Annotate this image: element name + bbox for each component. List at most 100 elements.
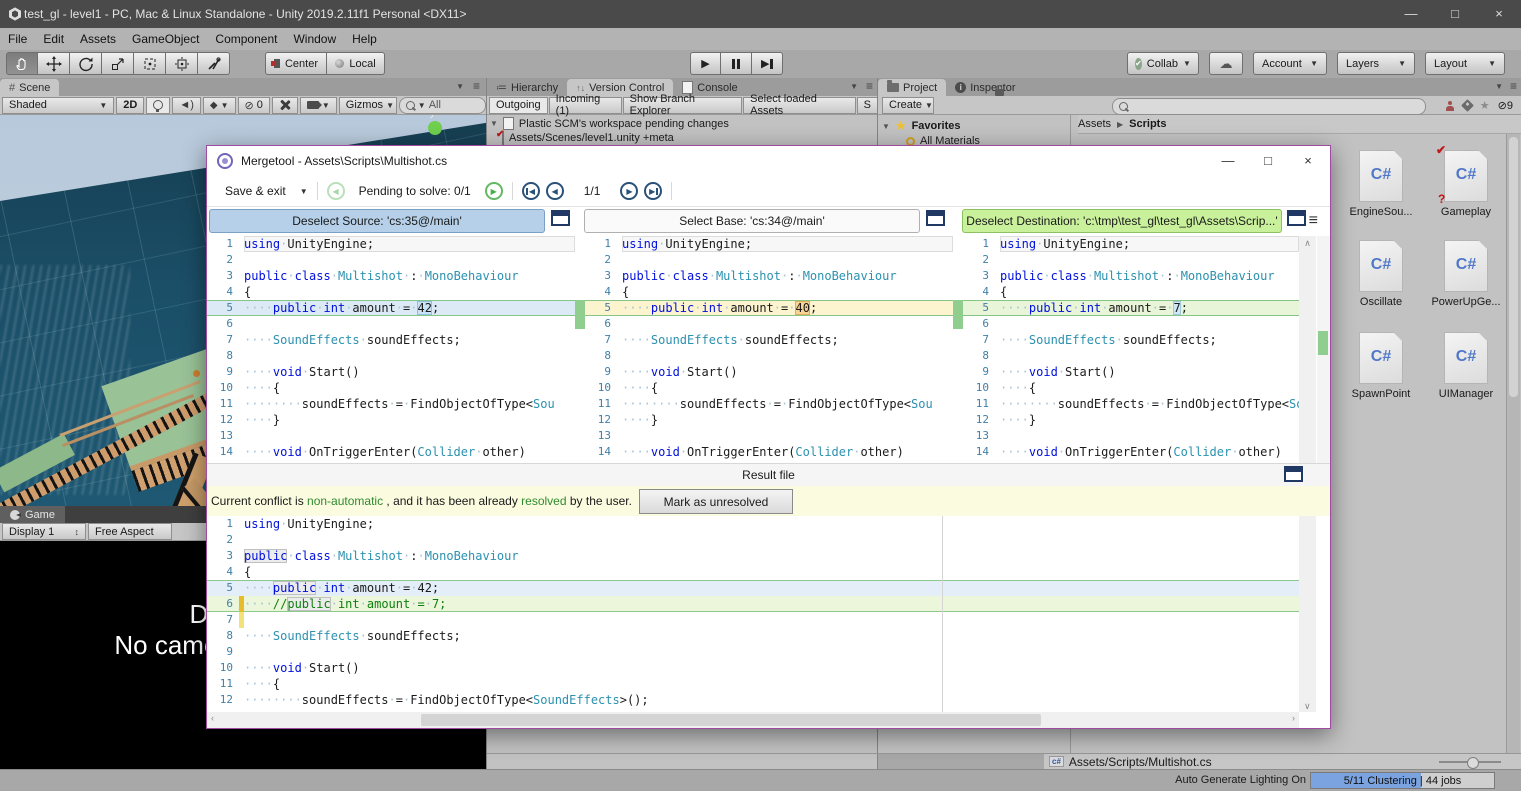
project-visibility-toggle[interactable]: ⊘9 bbox=[1498, 99, 1513, 112]
scene-lighting-toggle[interactable] bbox=[146, 96, 171, 114]
project-search-input[interactable] bbox=[1112, 98, 1426, 115]
auto-generate-lighting-label[interactable]: Auto Generate Lighting On bbox=[1175, 774, 1306, 786]
create-dropdown[interactable]: Create ▼ bbox=[882, 96, 934, 114]
tab-game[interactable]: Game bbox=[0, 506, 65, 523]
shading-mode-dropdown[interactable]: Shaded ▼ bbox=[2, 96, 115, 114]
favorites-filter-icon[interactable]: ★ bbox=[1480, 99, 1490, 112]
minimize-button[interactable]: — bbox=[1389, 0, 1433, 28]
destination-pane-window-icon[interactable] bbox=[1287, 210, 1306, 226]
scrollbar-thumb[interactable] bbox=[1509, 137, 1518, 397]
zoom-slider-thumb[interactable] bbox=[1467, 757, 1479, 769]
scene-audio-toggle[interactable]: ◄) bbox=[172, 96, 201, 114]
foldout-triangle-icon[interactable]: ▼ bbox=[882, 122, 890, 131]
maximize-button[interactable]: □ bbox=[1433, 0, 1477, 28]
tab-caret-icon[interactable]: ▼ bbox=[456, 82, 464, 91]
layers-button[interactable]: Layers ▼ bbox=[1337, 52, 1415, 75]
rect-tool-button[interactable] bbox=[134, 52, 166, 75]
project-file-powerupge[interactable]: C# PowerUpGe... bbox=[1424, 240, 1508, 308]
project-file-uimanager[interactable]: C# UIManager bbox=[1424, 332, 1508, 400]
user-filter-icon[interactable] bbox=[1445, 100, 1455, 111]
tab-inspector[interactable]: i Inspector bbox=[946, 79, 1024, 96]
scroll-right-icon[interactable]: › bbox=[1292, 713, 1295, 723]
step-button[interactable]: ▶ bbox=[752, 52, 783, 75]
project-file-enginesou[interactable]: C# EngineSou... bbox=[1339, 150, 1423, 218]
pivot-local-button[interactable]: Local bbox=[327, 52, 385, 75]
label-filter-icon[interactable] bbox=[1460, 99, 1474, 112]
pause-button[interactable] bbox=[721, 52, 752, 75]
menu-assets[interactable]: Assets bbox=[72, 32, 124, 46]
source-pane-window-icon[interactable] bbox=[551, 210, 570, 226]
base-code-pane[interactable]: 1 using·UnityEngine; 2 3 public·class·Multis… bbox=[585, 236, 953, 463]
project-scrollbar[interactable] bbox=[1506, 134, 1520, 753]
project-file-spawnpoint[interactable]: C# SpawnPoint bbox=[1339, 332, 1423, 400]
vc-button-show-branch-explorer[interactable]: Show Branch Explorer bbox=[622, 93, 743, 117]
project-file-gameplay[interactable]: C# ✔? Gameplay bbox=[1424, 143, 1508, 218]
axis-gizmo-y[interactable]: y bbox=[428, 115, 442, 135]
scroll-left-icon[interactable]: ‹ bbox=[211, 713, 214, 723]
transform-tool-button[interactable] bbox=[166, 52, 198, 75]
tab-menu-icon[interactable]: ≡ bbox=[1510, 79, 1517, 93]
pivot-center-button[interactable]: Center bbox=[265, 52, 327, 75]
menu-window[interactable]: Window bbox=[285, 32, 344, 46]
result-vertical-scrollbar[interactable]: ∨ bbox=[1299, 516, 1316, 712]
tab-caret-icon[interactable]: ▼ bbox=[1495, 82, 1503, 91]
vc-pending-row[interactable]: ▼ Plastic SCM's workspace pending change… bbox=[490, 117, 729, 130]
scene-camera-dropdown[interactable]: ▼ bbox=[299, 96, 337, 114]
result-pane-window-icon[interactable] bbox=[1284, 466, 1303, 482]
menu-edit[interactable]: Edit bbox=[35, 32, 72, 46]
hand-tool-button[interactable] bbox=[6, 52, 38, 75]
menu-help[interactable]: Help bbox=[344, 32, 385, 46]
layout-button[interactable]: Layout ▼ bbox=[1425, 52, 1505, 75]
scene-search-input[interactable]: ▼ All bbox=[398, 96, 486, 114]
scene-visibility-toggle[interactable]: ⊘ 0 bbox=[237, 96, 270, 114]
result-horizontal-scrollbar[interactable]: ‹ › bbox=[207, 712, 1299, 728]
tab-caret-icon[interactable]: ▼ bbox=[850, 82, 858, 91]
mark-as-unresolved-button[interactable]: Mark as unresolved bbox=[639, 489, 793, 514]
vc-button-s[interactable]: S bbox=[856, 96, 878, 114]
previous-file-button[interactable]: ◀ bbox=[545, 182, 564, 200]
mergetool-menu-icon[interactable]: ≡ bbox=[1309, 212, 1318, 230]
account-button[interactable]: Account ▼ bbox=[1253, 52, 1327, 75]
source-pane-header[interactable]: Deselect Source: 'cs:35@/main' bbox=[209, 209, 545, 233]
first-file-button[interactable]: ◀ bbox=[521, 182, 540, 200]
menu-file[interactable]: File bbox=[0, 32, 35, 46]
project-file-oscillate[interactable]: C# Oscillate bbox=[1339, 240, 1423, 308]
aspect-dropdown[interactable]: Free Aspect bbox=[88, 523, 172, 540]
move-tool-button[interactable] bbox=[38, 52, 70, 75]
vc-button-select-loaded-assets[interactable]: Select loaded Assets bbox=[743, 93, 856, 117]
destination-pane-header[interactable]: Deselect Destination: 'c:\tmp\test_gl\te… bbox=[962, 209, 1282, 233]
scale-tool-button[interactable] bbox=[102, 52, 134, 75]
cloud-button[interactable]: ☁ bbox=[1209, 52, 1243, 75]
vc-button-incoming-1-[interactable]: Incoming (1) bbox=[548, 93, 622, 117]
gizmos-dropdown[interactable]: Gizmos ▼ bbox=[338, 96, 397, 114]
close-button[interactable]: × bbox=[1477, 0, 1521, 28]
foldout-triangle-icon[interactable]: ▼ bbox=[490, 119, 498, 128]
tab-menu-icon[interactable]: ≡ bbox=[866, 79, 873, 93]
destination-code-pane[interactable]: 1 using·UnityEngine; 2 3 public·class·Multis… bbox=[963, 236, 1299, 463]
next-file-button[interactable]: ▶ bbox=[620, 182, 639, 200]
breadcrumb-assets[interactable]: Assets bbox=[1078, 118, 1111, 130]
2d-toggle[interactable]: 2D bbox=[116, 96, 145, 114]
scroll-down-icon[interactable]: ∨ bbox=[1304, 701, 1311, 712]
save-exit-dropdown[interactable]: Save & exit ▼ bbox=[225, 184, 308, 198]
tab-project[interactable]: Project bbox=[878, 79, 947, 96]
mergetool-minimize-button[interactable]: — bbox=[1208, 146, 1248, 176]
favorites-node[interactable]: ▼ ★ Favorites bbox=[882, 118, 961, 134]
collab-button[interactable]: ✔ Collab ▼ bbox=[1127, 52, 1199, 75]
custom-tool-button[interactable] bbox=[198, 52, 230, 75]
result-code-pane[interactable]: 1 using·UnityEngine; 2 3 public·class·Multis… bbox=[207, 516, 1299, 712]
tab-scene[interactable]: # Scene bbox=[0, 79, 60, 96]
play-button[interactable]: ▶ bbox=[690, 52, 721, 75]
lock-icon[interactable] bbox=[994, 85, 1004, 96]
last-file-button[interactable]: ▶ bbox=[644, 182, 663, 200]
base-pane-header[interactable]: Select Base: 'cs:34@/main' bbox=[584, 209, 920, 233]
vc-button-outgoing[interactable]: Outgoing bbox=[489, 96, 548, 114]
mergetool-maximize-button[interactable]: □ bbox=[1248, 146, 1288, 176]
vc-changed-file-row[interactable]: ✔ Assets/Scenes/level1.unity +meta bbox=[496, 129, 674, 145]
component-tools-button[interactable] bbox=[271, 96, 298, 114]
tab-menu-icon[interactable]: ≡ bbox=[473, 79, 480, 93]
display-dropdown[interactable]: Display 1 ↕ bbox=[2, 523, 86, 540]
mergetool-close-button[interactable]: × bbox=[1288, 146, 1328, 176]
previous-conflict-button[interactable]: ◀ bbox=[326, 182, 345, 200]
scrollbar-thumb[interactable] bbox=[421, 714, 1041, 726]
